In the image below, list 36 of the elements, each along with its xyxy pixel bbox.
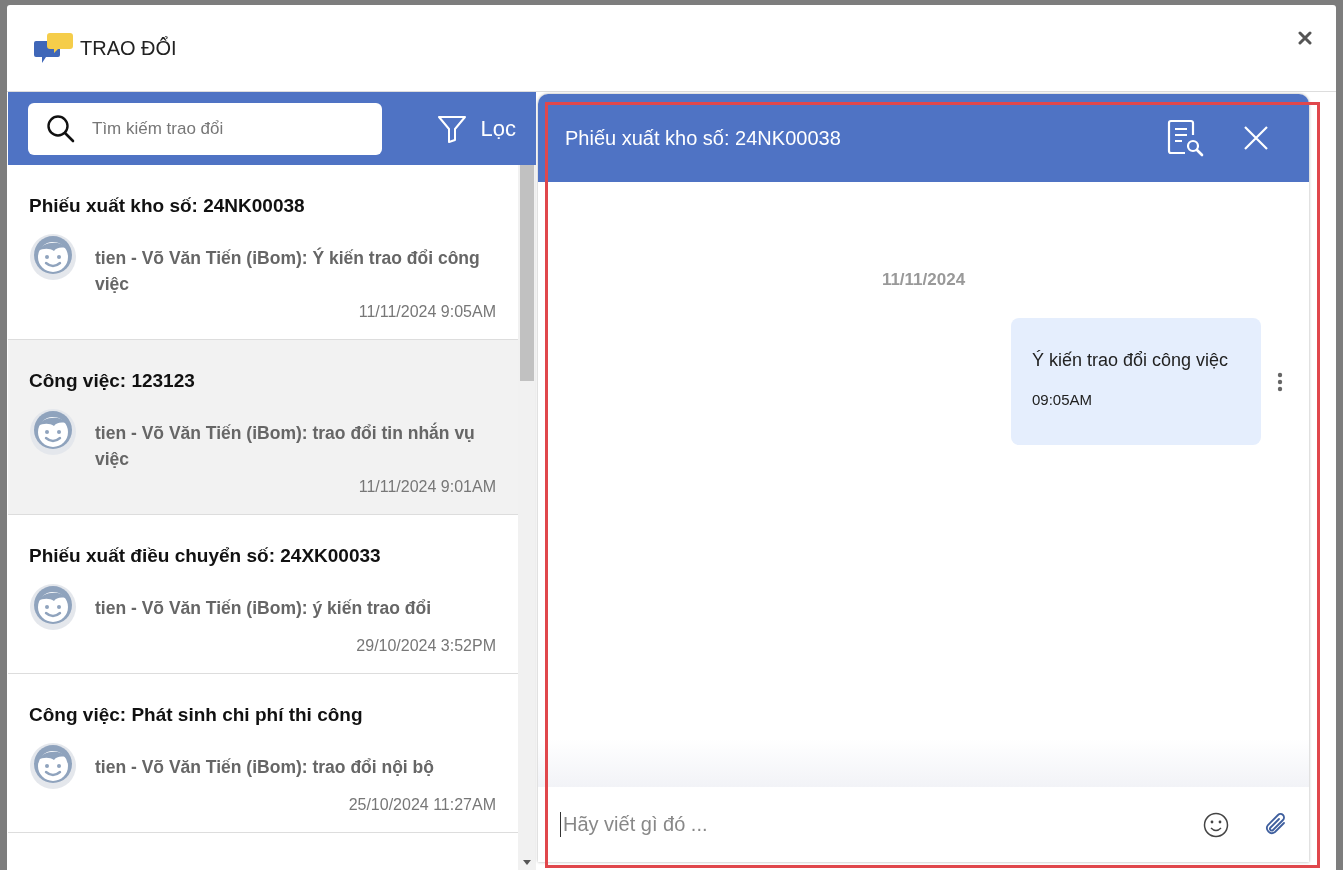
document-search-icon[interactable]	[1166, 119, 1204, 157]
conversation-item[interactable]: Công việc: 123123 tien - Võ Văn Tiến (iBom): trao đổi tin nhắn vụ việc 11/11/2024 9:01AM	[8, 340, 518, 515]
avatar-icon	[29, 742, 77, 790]
conversation-title: Phiếu xuất kho số: 24NK00038	[29, 195, 306, 217]
avatar-icon	[29, 583, 77, 631]
scrollbar-thumb[interactable]	[520, 165, 534, 381]
conversation-time: 11/11/2024 9:01AM	[357, 478, 497, 496]
emoji-icon[interactable]	[1203, 811, 1229, 838]
scroll-down-icon[interactable]	[522, 860, 532, 866]
conversation-message: tien - Võ Văn Tiến (iBom): trao đổi nội bộ	[95, 756, 434, 779]
scrollbar-track[interactable]	[518, 165, 536, 870]
message-time: 09:05AM	[1032, 391, 1094, 408]
conversation-message: tien - Võ Văn Tiến (iBom): Ý kiến trao đổi công việc	[95, 246, 480, 296]
filter-button[interactable]: Lọc	[436, 114, 516, 143]
avatar-icon	[29, 408, 77, 456]
conversation-item[interactable]: Công việc: Phát sinh chi phí thi công tien - Võ Văn Tiến (iBom): trao đổi nội bộ 25/10/2024 11:27AM	[8, 674, 518, 833]
conversation-title: Công việc: Phát sinh chi phí thi công	[29, 704, 364, 726]
conversation-time: 25/10/2024 11:27AM	[347, 796, 497, 814]
conversation-message: tien - Võ Văn Tiến (iBom): ý kiến trao đổi	[95, 597, 432, 620]
message-text: Ý kiến trao đổi công việc	[1032, 350, 1230, 371]
more-options-icon[interactable]	[1277, 371, 1283, 392]
date-separator: 11/11/2024	[880, 270, 967, 290]
conversation-item[interactable]: Phiếu xuất điều chuyển số: 24XK00033 tien - Võ Văn Tiến (iBom): ý kiến trao đổi 29/10/2024 3:52PM	[8, 515, 518, 674]
conversation-message: tien - Võ Văn Tiến (iBom): trao đổi tin nhắn vụ việc	[95, 421, 476, 471]
conversation-title: Công việc: 123123	[29, 370, 196, 392]
close-icon[interactable]	[1298, 31, 1312, 45]
conversation-time: 29/10/2024 3:52PM	[355, 637, 497, 655]
dialog-title: TRAO ĐỔI	[80, 36, 177, 60]
conversation-title: Phiếu xuất điều chuyển số: 24XK00033	[29, 545, 382, 567]
search-icon	[46, 113, 76, 144]
filter-icon	[436, 114, 467, 143]
chat-bubbles-icon	[34, 31, 74, 65]
chat-title: Phiếu xuất kho số: 24NK00038	[565, 126, 841, 150]
conversation-time: 11/11/2024 9:05AM	[357, 303, 497, 321]
avatar-icon	[29, 233, 77, 281]
search-field[interactable]: Tìm kiếm trao đổi	[28, 102, 382, 155]
